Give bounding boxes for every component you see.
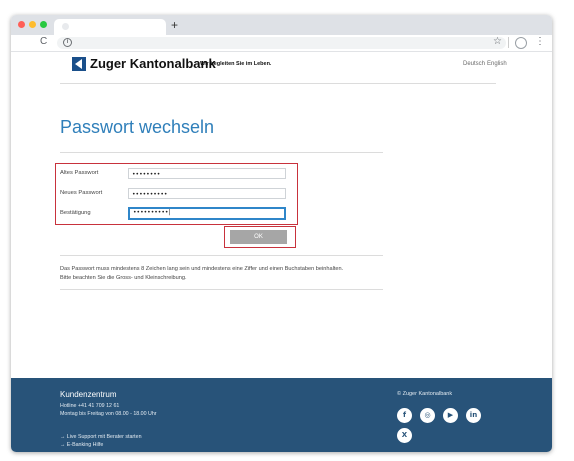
address-bar[interactable]: i [57,37,506,49]
language-link-deutsch[interactable]: Deutsch [463,61,485,67]
footer-copyright: © Zuger Kantonalbank [397,391,453,397]
youtube-icon[interactable]: ▶ [443,408,458,423]
footer: Kundenzentrum Hotline +41 41 709 12 61 M… [11,378,552,452]
old-password-field[interactable]: •••••••• [128,168,286,179]
zkb-logo-icon[interactable] [72,57,86,71]
menu-icon[interactable]: ⋮ [535,36,545,47]
browser-toolbar: C i ☆ ⋮ [11,35,552,52]
browser-titlebar: + [11,15,552,35]
profile-icon[interactable] [515,37,527,49]
ok-button[interactable]: OK [230,230,287,244]
facebook-icon[interactable]: f [397,408,412,423]
title-divider [60,152,383,153]
page-title: Passwort wechseln [60,117,215,137]
instagram-icon[interactable]: ◎ [420,408,435,423]
password-rules-text: Das Passwort muss mindestens 8 Zeichen l… [60,266,344,272]
minimize-window-button[interactable] [29,21,36,28]
reload-icon[interactable]: C [40,36,47,47]
x-icon[interactable]: X [397,428,412,443]
browser-tab[interactable] [54,19,166,35]
toolbar-divider [508,37,509,48]
new-password-label: Neues Passwort [60,190,103,196]
form-divider [60,255,383,256]
old-password-label: Altes Passwort [60,170,99,176]
ebanking-help-link[interactable]: → E-Banking Hilfe [60,442,103,448]
linkedin-icon[interactable]: in [466,408,481,423]
case-sensitivity-note: Bitte beachten Sie die Gross- und Kleins… [60,275,187,281]
page-content: Zuger Kantonalbank Wir begleiten Sie im … [11,52,552,378]
confirm-password-field[interactable]: ••••••••••| [128,207,286,220]
new-password-field[interactable]: •••••••••• [128,188,286,199]
close-window-button[interactable] [18,21,25,28]
maximize-window-button[interactable] [40,21,47,28]
info-divider [60,289,383,290]
info-icon[interactable]: i [63,38,72,47]
footer-hotline[interactable]: Hotline +41 41 709 12 61 [60,403,119,409]
brand-name[interactable]: Zuger Kantonalbank [90,56,216,71]
confirm-password-label: Bestätigung [60,210,91,216]
tab-favicon-icon [62,23,69,30]
language-link-english[interactable]: English [487,61,507,67]
live-support-link[interactable]: → Live Support mit Berater starten [60,434,142,440]
brand-tagline: Wir begleiten Sie im Leben. [200,61,272,67]
new-tab-button[interactable]: + [171,17,178,33]
header-divider [60,83,496,84]
footer-title: Kundenzentrum [60,390,117,399]
footer-hours: Montag bis Freitag von 08.00 - 18.00 Uhr [60,411,157,417]
browser-window: + C i ☆ ⋮ Zuger Kantonalbank Wir begleit… [11,15,552,452]
star-icon[interactable]: ☆ [493,36,502,47]
